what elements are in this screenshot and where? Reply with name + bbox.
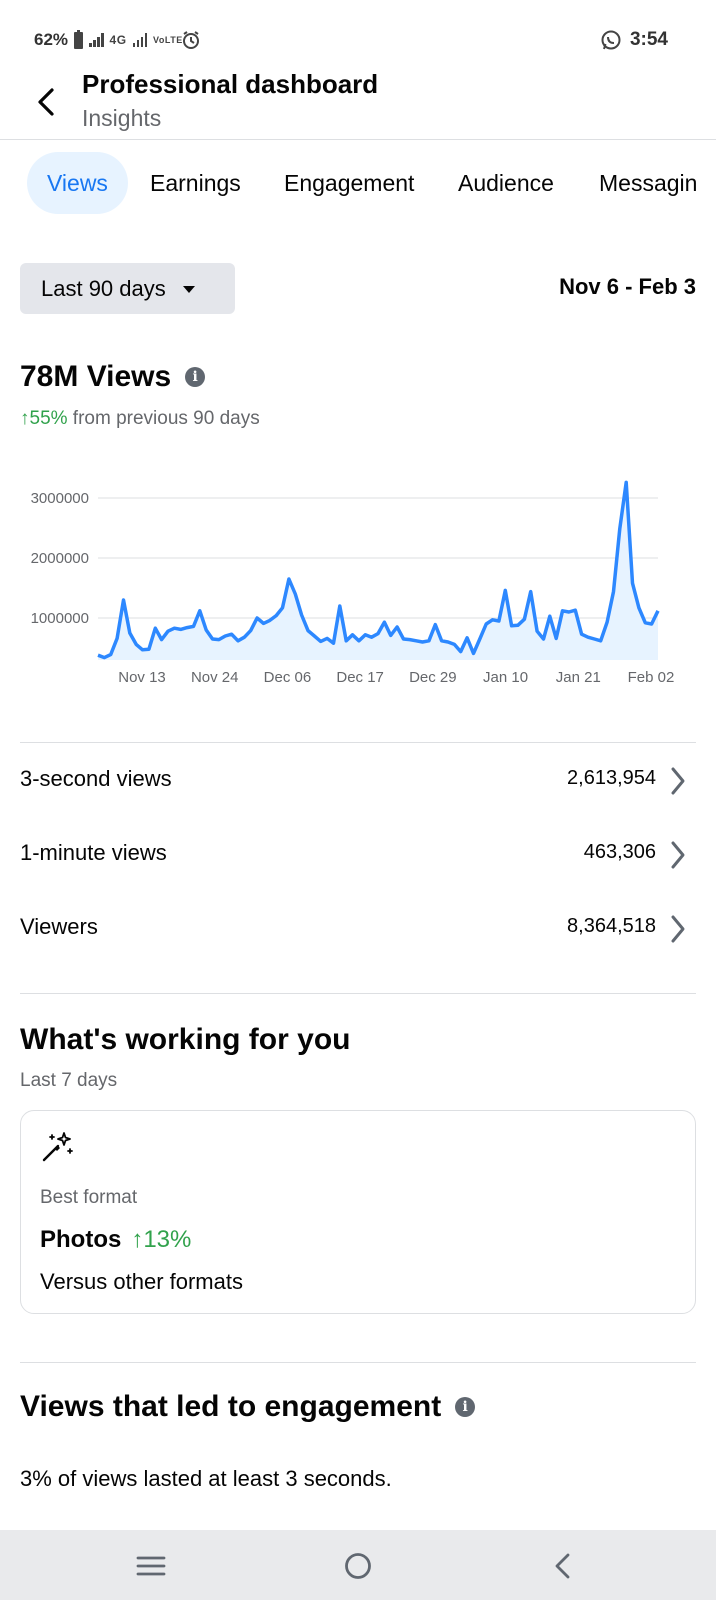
y-tick-label: 1000000 <box>31 610 89 627</box>
views-chart: 3000000 2000000 1000000 Nov 13 Nov 24 Dec 06 D… <box>0 470 716 710</box>
engagement-title: Views that led to engagement <box>20 1390 442 1423</box>
status-right: 3:54 <box>600 29 668 51</box>
chevron-right-icon <box>671 915 685 943</box>
section-title-whats-working: What's working for you <box>20 1023 351 1056</box>
card-versus-text: Versus other formats <box>40 1269 243 1294</box>
section-title-engagement: Views that led to engagement i <box>20 1390 476 1424</box>
metric-row-1-minute-views[interactable]: 1-minute views 463,306 <box>0 825 716 885</box>
app-header: Professional dashboard Insights <box>0 64 716 140</box>
views-chart-svg: 3000000 2000000 1000000 Nov 13 Nov 24 Dec 06 D… <box>31 480 675 686</box>
clock: 3:54 <box>629 29 668 50</box>
tab-messaging[interactable]: Messagin <box>599 152 697 214</box>
back-arrow-icon[interactable] <box>30 84 66 120</box>
signal-icon-2 <box>132 33 148 47</box>
x-tick-label: Dec 29 <box>409 669 457 686</box>
tab-earnings[interactable]: Earnings <box>150 152 241 214</box>
tab-bar: Views Earnings Engagement Audience Messa… <box>0 152 716 216</box>
y-tick-label: 3000000 <box>31 490 89 507</box>
metric-value: 8,364,518 <box>567 915 656 937</box>
caret-down-icon <box>182 286 195 293</box>
info-icon[interactable]: i <box>455 1397 476 1417</box>
battery-percent: 62% <box>34 30 69 49</box>
metric-row-3-second-views[interactable]: 3-second views 2,613,954 <box>0 751 716 811</box>
info-icon[interactable]: i <box>185 367 206 387</box>
up-arrow-icon: ↑ <box>20 408 30 429</box>
x-tick-label: Dec 17 <box>336 669 384 686</box>
views-total: 78M Views <box>20 360 172 393</box>
back-nav-icon[interactable] <box>546 1548 582 1584</box>
format-change: ↑13% <box>131 1226 192 1253</box>
date-range-label: Last 90 days <box>41 275 166 301</box>
metric-row-viewers[interactable]: Viewers 8,364,518 <box>0 899 716 959</box>
date-range-dropdown[interactable]: Last 90 days <box>20 263 235 314</box>
metric-value: 2,613,954 <box>567 767 656 789</box>
x-tick-label: Nov 24 <box>191 669 239 686</box>
alarm-icon <box>183 31 200 49</box>
x-tick-label: Jan 10 <box>483 669 528 686</box>
divider <box>20 993 696 994</box>
page-title: Professional dashboard <box>82 69 379 99</box>
x-tick-label: Nov 13 <box>118 669 166 686</box>
change-percent: 55% <box>29 408 68 429</box>
section-subtitle: Last 7 days <box>20 1070 118 1091</box>
y-tick-label: 2000000 <box>31 550 89 567</box>
format-name: Photos <box>40 1226 122 1253</box>
x-tick-label: Jan 21 <box>556 669 601 686</box>
recent-apps-icon[interactable] <box>133 1548 169 1584</box>
change-text: from previous 90 days <box>67 408 260 429</box>
divider <box>20 1362 696 1363</box>
system-nav-bar <box>0 1530 716 1600</box>
views-change: ↑55% from previous 90 days <box>20 408 260 430</box>
metric-value: 463,306 <box>583 841 656 863</box>
tab-audience[interactable]: Audience <box>458 152 554 214</box>
chevron-right-icon <box>671 767 685 795</box>
x-tick-label: Feb 02 <box>628 669 675 686</box>
metric-label: 3-second views <box>20 766 172 791</box>
metric-label: Viewers <box>20 914 98 939</box>
metric-label: 1-minute views <box>20 840 167 865</box>
status-left: 62% 4G VoLTE <box>34 29 201 50</box>
page-subtitle: Insights <box>82 105 162 131</box>
best-format-card[interactable]: Best format Photos ↑13% Versus other for… <box>20 1110 696 1314</box>
volte-icon: VoLTE <box>153 34 183 45</box>
date-range-text: Nov 6 - Feb 3 <box>559 274 696 299</box>
card-label: Best format <box>40 1187 138 1208</box>
tab-views[interactable]: Views <box>27 152 128 214</box>
magic-wand-icon <box>42 1132 73 1162</box>
battery-icon <box>74 29 84 49</box>
whatsapp-icon <box>601 30 621 50</box>
network-type: 4G <box>109 33 127 47</box>
tab-engagement[interactable]: Engagement <box>284 152 414 214</box>
best-format: Photos ↑13% <box>40 1226 191 1254</box>
home-icon[interactable] <box>340 1548 376 1584</box>
engagement-text: 3% of views lasted at least 3 seconds. <box>20 1466 392 1491</box>
chevron-right-icon <box>671 841 685 869</box>
x-tick-label: Dec 06 <box>264 669 312 686</box>
views-heading: 78M Views i <box>20 360 206 394</box>
signal-icon <box>89 33 104 47</box>
status-bar: 62% 4G VoLTE 3:54 <box>0 0 716 64</box>
divider <box>20 742 696 743</box>
